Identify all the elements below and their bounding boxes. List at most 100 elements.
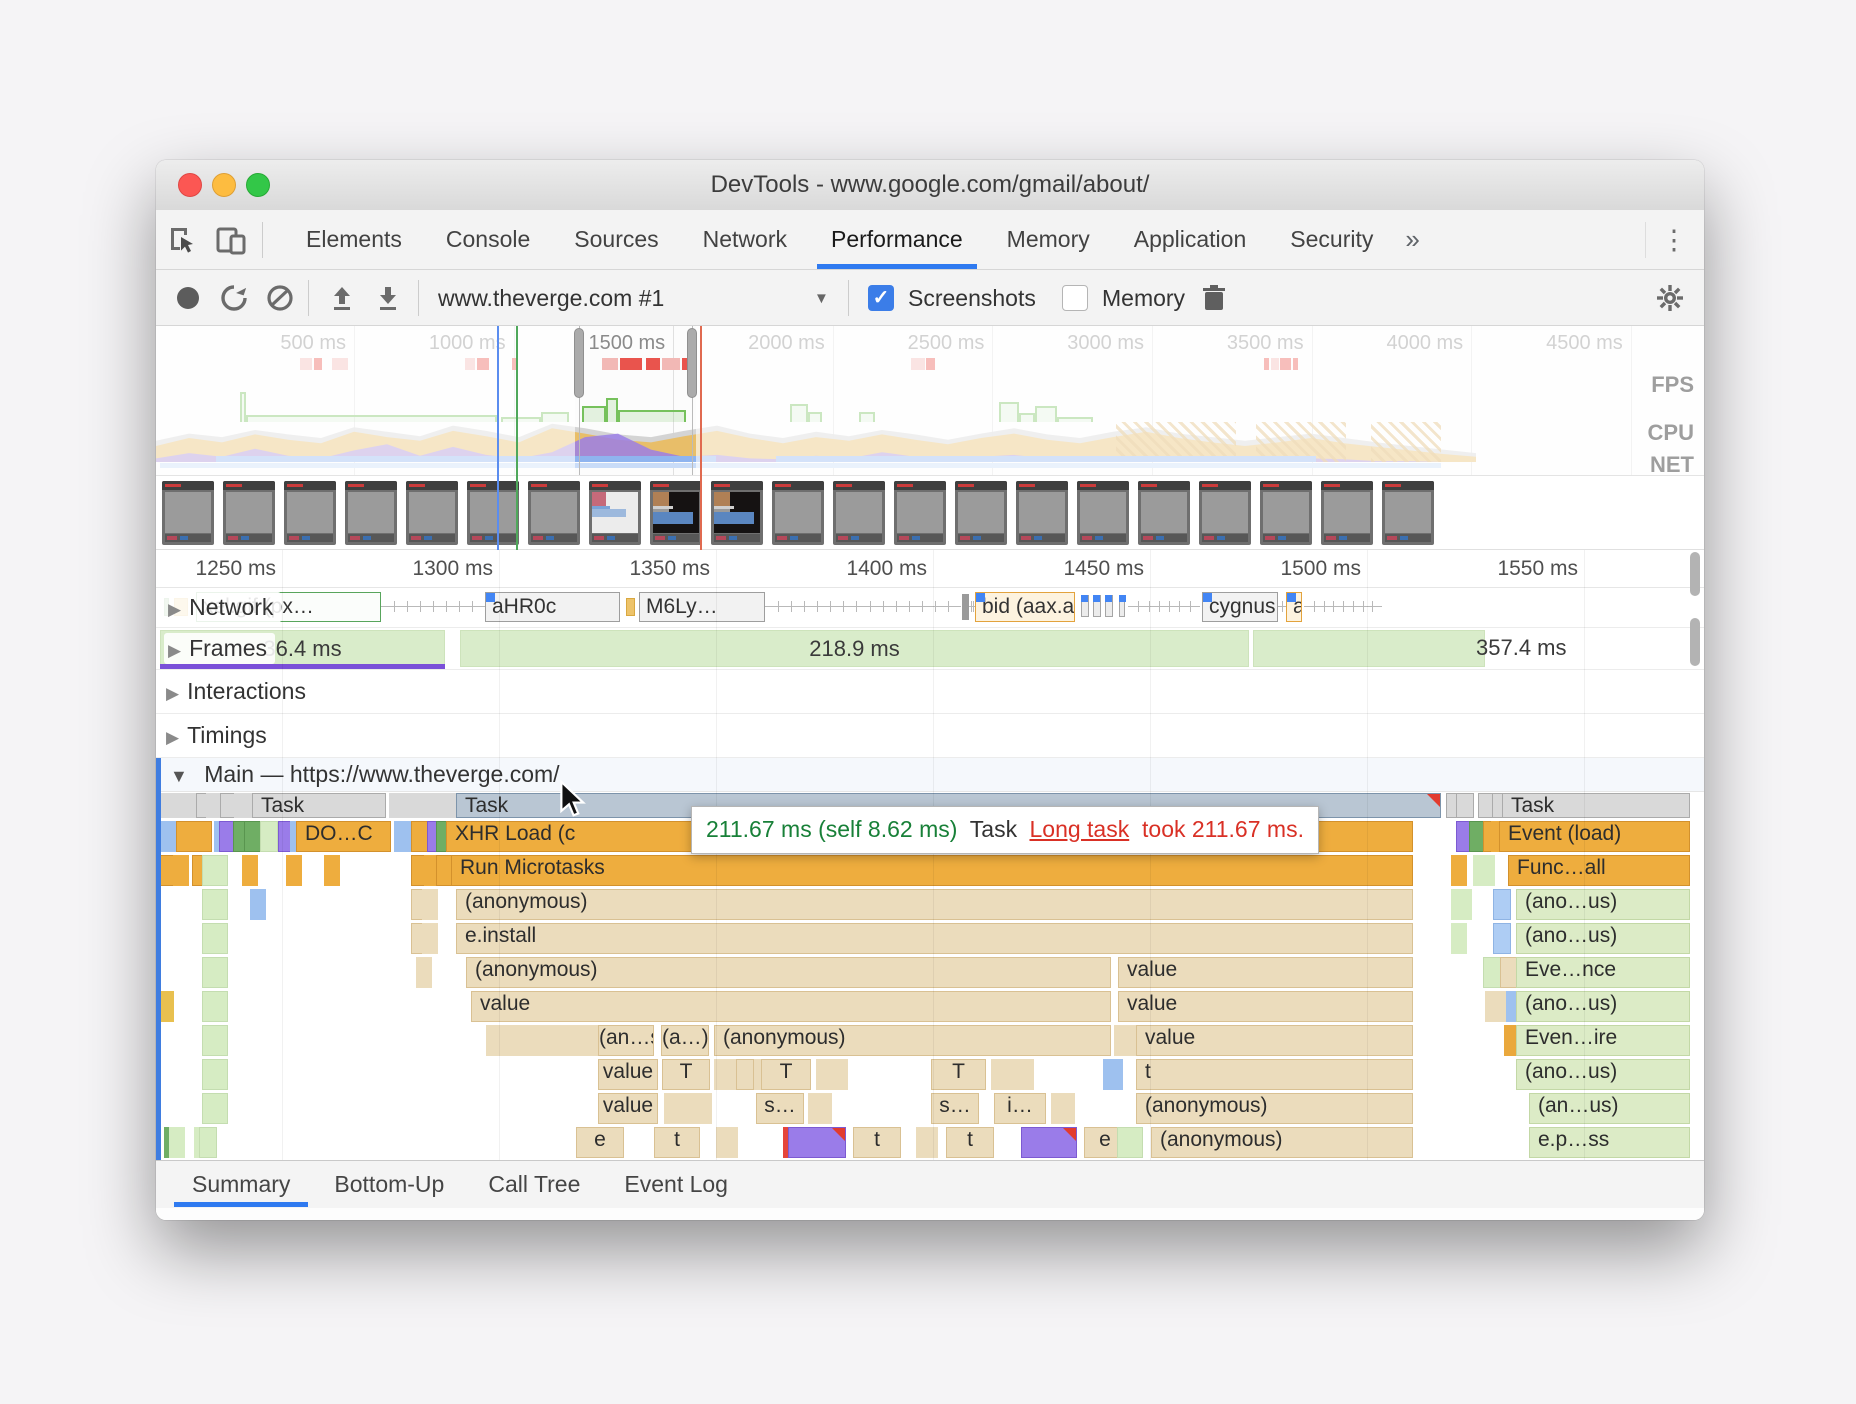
flame-sliver[interactable] [250, 889, 266, 920]
filmstrip-thumb[interactable] [223, 481, 275, 545]
filmstrip-thumb[interactable] [1199, 481, 1251, 545]
reload-and-profile-icon[interactable] [216, 280, 252, 316]
timeline-overview[interactable]: 500 ms1000 ms1500 ms2000 ms2500 ms3000 m… [156, 326, 1704, 476]
flame-event[interactable]: (ano…us) [1516, 923, 1690, 954]
flame-event[interactable]: Task [252, 793, 386, 818]
flame-event[interactable]: (a…) [661, 1025, 709, 1056]
flame-sliver[interactable] [736, 1059, 754, 1090]
flame-event[interactable]: e.p…ss [1529, 1127, 1690, 1158]
vertical-scrollbar-thumb[interactable] [1690, 618, 1700, 666]
filmstrip-thumb[interactable] [589, 481, 641, 545]
tab-sources[interactable]: Sources [552, 210, 680, 269]
filmstrip-thumb[interactable] [1077, 481, 1129, 545]
filmstrip-thumb[interactable] [650, 481, 702, 545]
flame-event[interactable]: T [662, 1059, 710, 1090]
flame-sliver[interactable] [1059, 1093, 1075, 1124]
profile-select[interactable]: www.theverge.com #1 [438, 270, 664, 326]
filmstrip-thumb[interactable] [1138, 481, 1190, 545]
bottom-tab-bottom-up[interactable]: Bottom-Up [312, 1161, 466, 1207]
flame-event[interactable]: Even…ire [1516, 1025, 1690, 1056]
flame-event[interactable]: (ano…us) [1516, 889, 1690, 920]
flame-event[interactable]: (anonymous) [1136, 1093, 1413, 1124]
flame-event[interactable]: value [1136, 1025, 1413, 1056]
more-options-icon[interactable]: ⋮ [1658, 223, 1690, 257]
flame-event[interactable]: t [654, 1127, 700, 1158]
flame-sliver[interactable] [1018, 1059, 1034, 1090]
selection-handle-right[interactable] [687, 328, 697, 398]
network-request[interactable]: bid (aax.ar [975, 592, 1075, 622]
filmstrip-thumb[interactable] [1382, 481, 1434, 545]
flame-sliver[interactable] [169, 1127, 185, 1158]
flame-sliver[interactable] [202, 957, 228, 988]
bottom-tab-event-log[interactable]: Event Log [602, 1161, 750, 1207]
network-request[interactable]: aHR0c [485, 592, 620, 622]
flame-sliver[interactable] [176, 821, 212, 852]
screenshots-label[interactable]: Screenshots [908, 270, 1036, 326]
filmstrip-thumb[interactable] [772, 481, 824, 545]
network-mini-request[interactable] [1105, 595, 1113, 617]
flame-event[interactable]: T [761, 1059, 811, 1090]
flame-sliver[interactable] [242, 855, 258, 886]
interactions-track-toggle[interactable]: ▶Interactions [166, 678, 306, 705]
flame-event[interactable]: (anonymous) [456, 889, 1413, 920]
flame-sliver[interactable] [1456, 793, 1474, 818]
flame-event[interactable]: Run Microtasks [451, 855, 1413, 886]
filmstrip-thumb[interactable] [528, 481, 580, 545]
frame-duration-band[interactable] [1253, 630, 1485, 667]
tab-memory[interactable]: Memory [985, 210, 1112, 269]
memory-checkbox[interactable] [1062, 285, 1088, 311]
flame-sliver[interactable] [202, 991, 228, 1022]
flame-event[interactable]: (an…us) [1529, 1093, 1690, 1124]
flame-event[interactable]: (ano…us) [1516, 1059, 1690, 1090]
vertical-scrollbar-thumb[interactable] [1690, 552, 1700, 596]
tab-security[interactable]: Security [1268, 210, 1395, 269]
flame-sliver[interactable] [202, 923, 228, 954]
flame-event[interactable]: (an…s) [598, 1025, 654, 1056]
network-mini-request[interactable] [1119, 595, 1125, 617]
tab-network[interactable]: Network [681, 210, 809, 269]
frame-duration-band[interactable]: 218.9 ms [460, 630, 1249, 667]
timings-track-toggle[interactable]: ▶Timings [166, 722, 267, 749]
flame-event[interactable]: value [1118, 991, 1413, 1022]
flame-sliver[interactable] [832, 1059, 848, 1090]
flame-event[interactable]: (anonymous) [714, 1025, 1111, 1056]
filmstrip-thumb[interactable] [284, 481, 336, 545]
save-profile-icon[interactable] [370, 280, 406, 316]
bottom-tab-summary[interactable]: Summary [170, 1161, 312, 1207]
flame-event[interactable]: (ano…us) [1516, 991, 1690, 1022]
flame-event[interactable]: s… [756, 1093, 804, 1124]
flame-sliver[interactable] [1483, 957, 1501, 988]
flame-event[interactable]: value [1118, 957, 1413, 988]
load-profile-icon[interactable] [324, 280, 360, 316]
filmstrip-thumb[interactable] [1260, 481, 1312, 545]
filmstrip-thumb[interactable] [894, 481, 946, 545]
flame-event[interactable]: (anonymous) [1151, 1127, 1413, 1158]
flame-sliver[interactable] [199, 1127, 217, 1158]
filmstrip-thumb[interactable] [833, 481, 885, 545]
filmstrip-thumb[interactable] [467, 481, 519, 545]
filmstrip-thumb[interactable] [955, 481, 1007, 545]
bottom-tab-call-tree[interactable]: Call Tree [466, 1161, 602, 1207]
screenshots-checkbox[interactable]: ✓ [868, 285, 894, 311]
filmstrip-thumb[interactable] [162, 481, 214, 545]
network-request[interactable]: cygnus [1202, 592, 1278, 622]
flame-sliver[interactable] [173, 855, 189, 886]
flame-event[interactable]: Func…all [1508, 855, 1690, 886]
flame-sliver[interactable] [202, 855, 228, 886]
frames-track-toggle[interactable]: ▶Frames [164, 633, 275, 664]
flame-event[interactable]: value [598, 1093, 658, 1124]
flame-event[interactable]: i… [994, 1093, 1046, 1124]
flame-sliver[interactable] [422, 889, 438, 920]
chevron-down-icon[interactable]: ▼ [814, 270, 829, 326]
tab-performance[interactable]: Performance [809, 210, 985, 269]
flame-sliver[interactable] [1490, 991, 1506, 1022]
flame-sliver[interactable] [1456, 889, 1472, 920]
flame-event[interactable]: s… [931, 1093, 979, 1124]
flame-sliver[interactable] [1493, 923, 1511, 954]
flame-sliver[interactable] [1493, 889, 1511, 920]
flame-sliver[interactable] [202, 1093, 228, 1124]
tab-overflow-chevron-icon[interactable]: » [1395, 210, 1429, 269]
flame-sliver[interactable] [202, 889, 228, 920]
flame-sliver[interactable] [722, 1127, 738, 1158]
flame-sliver[interactable] [1479, 855, 1495, 886]
